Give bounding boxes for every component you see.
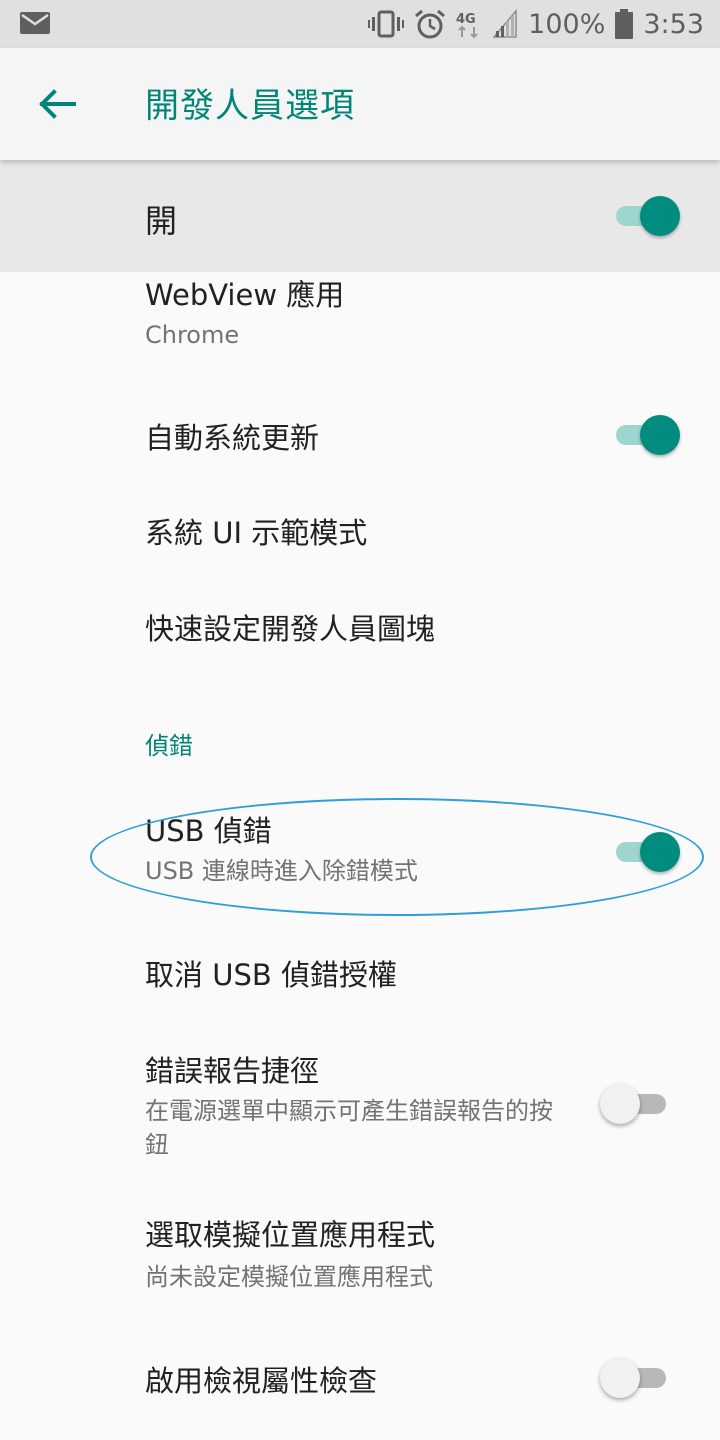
clock: 3:53	[643, 8, 704, 40]
switch-thumb	[640, 832, 680, 872]
master-switch-toggle[interactable]	[614, 196, 684, 236]
item-summary: 在電源選單中顯示可產生錯誤報告的按鈕	[145, 1097, 553, 1159]
svg-text:4G: 4G	[456, 12, 476, 27]
item-title: 選取模擬位置應用程式	[145, 1218, 436, 1252]
revoke-usb-authorizations-item[interactable]: 取消 USB 偵錯授權	[0, 926, 720, 1018]
webview-implementation-item[interactable]: WebView 應用 Chrome	[0, 272, 720, 368]
switch-thumb	[600, 1358, 640, 1398]
item-title: 啟用檢視屬性檢查	[145, 1364, 378, 1398]
vibrate-icon	[368, 10, 405, 38]
item-title: WebView 應用	[145, 278, 345, 312]
item-title: 自動系統更新	[145, 421, 320, 455]
page-title: 開發人員選項	[145, 86, 355, 126]
master-switch-row[interactable]: 開	[0, 160, 720, 272]
auto-update-toggle[interactable]	[614, 415, 684, 455]
mail-icon	[20, 12, 50, 34]
usb-debugging-item[interactable]: USB 偵錯 USB 連線時進入除錯模式	[0, 800, 720, 910]
network-4g-icon: 4G	[456, 12, 478, 39]
usb-debugging-toggle[interactable]	[614, 832, 684, 872]
switch-thumb	[600, 1084, 640, 1124]
signal-icon	[492, 9, 517, 38]
status-icons: 4G 100% 3:53	[368, 0, 704, 48]
app-bar: 開發人員選項	[0, 48, 720, 160]
auto-system-update-item[interactable]: 自動系統更新	[0, 390, 720, 480]
quick-settings-tiles-item[interactable]: 快速設定開發人員圖塊	[0, 578, 720, 670]
item-title: 快速設定開發人員圖塊	[145, 612, 436, 646]
arrow-back-icon[interactable]	[30, 82, 82, 126]
item-summary: USB 連線時進入除錯模式	[145, 857, 418, 885]
item-title: 取消 USB 偵錯授權	[145, 958, 397, 992]
master-switch-label: 開	[145, 202, 178, 240]
alarm-icon	[415, 9, 446, 39]
battery-percent: 100%	[528, 8, 606, 40]
view-attribute-toggle[interactable]	[600, 1358, 670, 1398]
item-title: 系統 UI 示範模式	[145, 516, 368, 550]
switch-thumb	[640, 415, 680, 455]
bug-report-shortcut-toggle[interactable]	[600, 1084, 670, 1124]
debugging-section-header: 偵錯	[145, 732, 193, 760]
battery-icon	[615, 9, 634, 39]
item-summary: Chrome	[145, 321, 240, 349]
system-ui-demo-mode-item[interactable]: 系統 UI 示範模式	[0, 482, 720, 574]
item-title: 錯誤報告捷徑	[145, 1054, 320, 1088]
status-bar: 4G 100% 3:53	[0, 0, 720, 48]
mock-location-app-item[interactable]: 選取模擬位置應用程式 尚未設定模擬位置應用程式	[0, 1196, 720, 1306]
switch-thumb	[640, 196, 680, 236]
bug-report-shortcut-item[interactable]: 錯誤報告捷徑 在電源選單中顯示可產生錯誤報告的按鈕	[0, 1030, 720, 1170]
item-title: USB 偵錯	[145, 814, 272, 848]
view-attribute-inspection-item[interactable]: 啟用檢視屬性檢查	[0, 1330, 720, 1430]
item-summary: 尚未設定模擬位置應用程式	[145, 1263, 433, 1291]
